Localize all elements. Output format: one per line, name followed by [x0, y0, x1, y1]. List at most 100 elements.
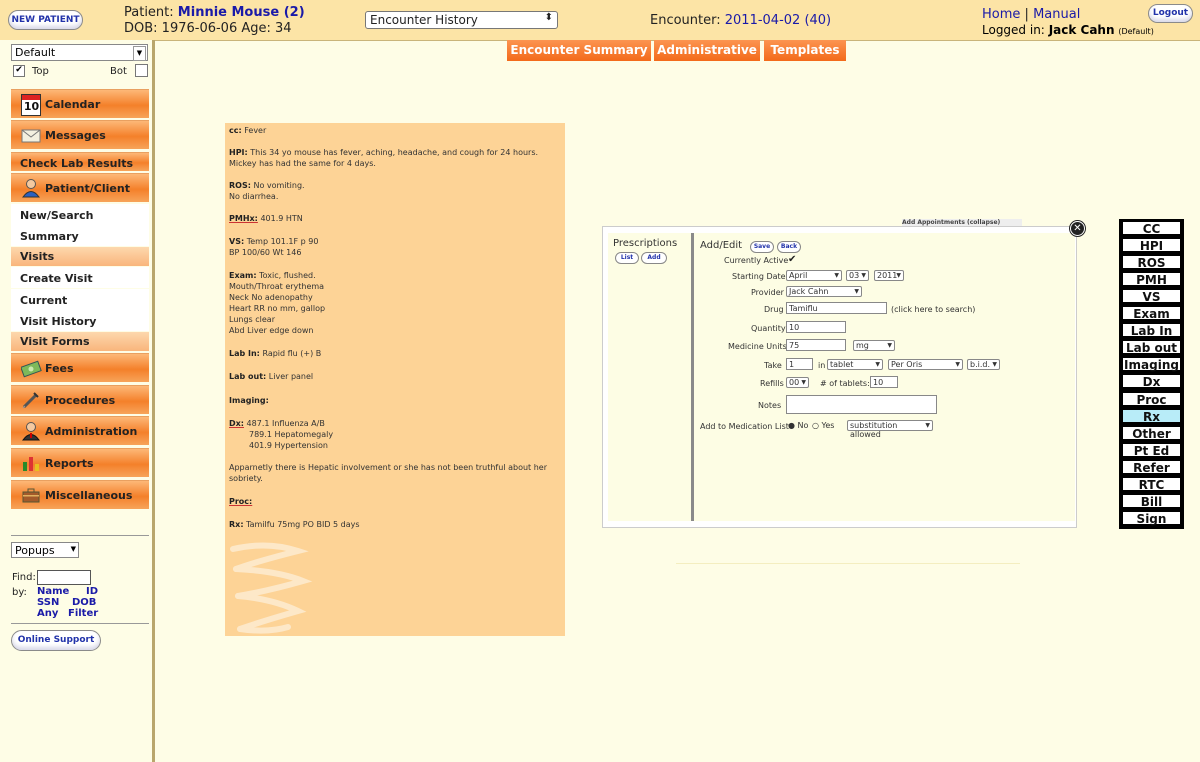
- refills-select[interactable]: 00 ▼: [786, 377, 809, 388]
- prescriptions-panel-inner: Prescriptions List Add Add/Edit Save Bac…: [608, 233, 1075, 521]
- unit-select-value: mg: [856, 341, 869, 350]
- section-button-ros[interactable]: ROS: [1121, 255, 1182, 271]
- nav-calendar[interactable]: 10 Calendar: [11, 89, 149, 118]
- take-input[interactable]: 1: [786, 358, 813, 370]
- online-support-button[interactable]: Online Support: [11, 630, 101, 651]
- section-button-other[interactable]: Other: [1121, 425, 1182, 441]
- popups-select[interactable]: Popups ▼: [11, 542, 79, 558]
- drug-search-hint[interactable]: (click here to search): [891, 305, 975, 314]
- section-button-refer[interactable]: Refer: [1121, 459, 1182, 475]
- note-vs-line1: Temp 101.1F p 90: [246, 237, 319, 246]
- quantity-input[interactable]: 10: [786, 321, 846, 333]
- find-by-any-link[interactable]: Any: [37, 608, 58, 619]
- day-select[interactable]: 03 ▼: [846, 270, 869, 281]
- home-link[interactable]: Home: [982, 7, 1020, 22]
- bot-checkbox[interactable]: [135, 64, 148, 77]
- section-button-exam[interactable]: Exam: [1121, 306, 1182, 322]
- add-button[interactable]: Add: [641, 252, 667, 264]
- form-select[interactable]: tablet ▼: [827, 359, 883, 370]
- section-button-hpi[interactable]: HPI: [1121, 238, 1182, 254]
- drug-input[interactable]: Tamiflu: [786, 302, 887, 314]
- section-button-pt-ed[interactable]: Pt Ed: [1121, 442, 1182, 458]
- find-by-id-link[interactable]: ID: [86, 586, 98, 597]
- back-button[interactable]: Back: [777, 241, 801, 253]
- frequency-select[interactable]: b.i.d. ▼: [967, 359, 1000, 370]
- route-select[interactable]: Per Oris ▼: [888, 359, 963, 370]
- nav-check-lab-results[interactable]: Check Lab Results: [11, 152, 149, 171]
- nav-visit-history[interactable]: Visit History: [11, 310, 149, 331]
- new-patient-button[interactable]: NEW PATIENT: [8, 10, 83, 30]
- toolbox-icon: [21, 485, 41, 505]
- nav-summary[interactable]: Summary: [11, 225, 149, 246]
- tab-templates[interactable]: Templates: [764, 40, 846, 61]
- section-button-proc[interactable]: Proc: [1121, 391, 1182, 407]
- manual-link[interactable]: Manual: [1033, 7, 1080, 22]
- nav-miscellaneous[interactable]: Miscellaneous: [11, 480, 149, 509]
- note-exam-label: Exam:: [229, 271, 257, 280]
- tablets-input[interactable]: 10: [870, 376, 898, 388]
- find-filter-link[interactable]: Filter: [68, 608, 98, 619]
- substitution-select[interactable]: substitution allowed ▼: [847, 420, 933, 439]
- nav-fees[interactable]: Fees: [11, 353, 149, 382]
- tab-administrative[interactable]: Administrative: [654, 40, 760, 61]
- nav-check-lab-label: Check Lab Results: [20, 157, 134, 170]
- nav-fees-label: Fees: [45, 362, 74, 375]
- find-by-ssn-link[interactable]: SSN: [37, 597, 59, 608]
- section-button-bill[interactable]: Bill: [1121, 493, 1182, 509]
- nav-administration[interactable]: Administration: [11, 416, 149, 445]
- chevron-down-icon: ▼: [896, 272, 901, 279]
- tablets-label: # of tablets:: [820, 379, 870, 388]
- section-button-lab-in[interactable]: Lab In: [1121, 323, 1182, 339]
- logout-button[interactable]: Logout: [1148, 4, 1193, 23]
- appointments-panel-behind: Add Appointments (collapse): [902, 219, 1022, 226]
- section-button-cc[interactable]: CC: [1121, 221, 1182, 236]
- month-select[interactable]: April ▼: [786, 270, 842, 281]
- tab-encounter-summary[interactable]: Encounter Summary: [507, 40, 651, 61]
- list-button[interactable]: List: [615, 252, 639, 264]
- home-manual-links: Home | Manual: [982, 7, 1080, 22]
- section-button-dx[interactable]: Dx: [1121, 374, 1182, 390]
- find-by-dob-link[interactable]: DOB: [72, 597, 96, 608]
- close-icon[interactable]: ✕: [1070, 221, 1085, 236]
- section-button-sign[interactable]: Sign: [1121, 510, 1182, 526]
- encounter-history-select[interactable]: Encounter History ⬍: [365, 11, 558, 29]
- chevron-down-icon: ▼: [834, 272, 839, 279]
- section-button-rx[interactable]: Rx: [1121, 408, 1182, 424]
- currently-active-checkbox[interactable]: ✔: [788, 254, 796, 265]
- section-button-rtc[interactable]: RTC: [1121, 476, 1182, 492]
- section-button-imaging[interactable]: Imaging: [1121, 357, 1182, 373]
- nav-procedures[interactable]: Procedures: [11, 385, 149, 414]
- add-to-list-yes-radio[interactable]: ○ Yes: [812, 421, 834, 430]
- unit-select[interactable]: mg ▼: [853, 340, 895, 351]
- link-separator: |: [1024, 7, 1029, 22]
- nav-current[interactable]: Current: [11, 289, 149, 310]
- nav-visits-header[interactable]: Visits: [11, 247, 149, 266]
- top-bar: NEW PATIENT Patient: Minnie Mouse (2) DO…: [0, 0, 1200, 41]
- find-input[interactable]: [37, 570, 91, 585]
- nav-create-visit[interactable]: Create Visit: [11, 267, 149, 288]
- year-select[interactable]: 2011 ▼: [874, 270, 904, 281]
- add-to-list-no-radio[interactable]: ● No: [788, 421, 808, 430]
- patient-name[interactable]: Minnie Mouse (2): [178, 5, 305, 20]
- medicine-units-input[interactable]: 75: [786, 339, 846, 351]
- encounter-value[interactable]: 2011-04-02 (40): [725, 13, 831, 28]
- section-button-vs[interactable]: VS: [1121, 289, 1182, 305]
- nav-messages[interactable]: Messages: [11, 120, 149, 149]
- provider-select[interactable]: Jack Cahn ▼: [786, 286, 862, 297]
- note-dx-label: Dx:: [229, 419, 244, 428]
- nav-messages-label: Messages: [45, 129, 106, 142]
- section-button-pmh[interactable]: PMH: [1121, 272, 1182, 288]
- facility-select[interactable]: Default ▼: [11, 44, 148, 61]
- notes-textarea[interactable]: [786, 395, 937, 414]
- section-button-lab-out[interactable]: Lab out: [1121, 340, 1182, 356]
- panel-splitter[interactable]: [691, 233, 694, 521]
- nav-patient-client[interactable]: Patient/Client: [11, 173, 149, 202]
- nav-reports[interactable]: Reports: [11, 448, 149, 477]
- chevron-updown-icon: ⬍: [544, 12, 553, 23]
- nav-new-search[interactable]: New/Search: [11, 204, 149, 225]
- patient-label: Patient: Minnie Mouse (2): [124, 5, 305, 20]
- find-by-name-link[interactable]: Name: [37, 586, 69, 597]
- top-checkbox[interactable]: ✔: [13, 65, 25, 77]
- save-button[interactable]: Save: [750, 241, 774, 253]
- nav-visit-forms-header[interactable]: Visit Forms: [11, 332, 149, 351]
